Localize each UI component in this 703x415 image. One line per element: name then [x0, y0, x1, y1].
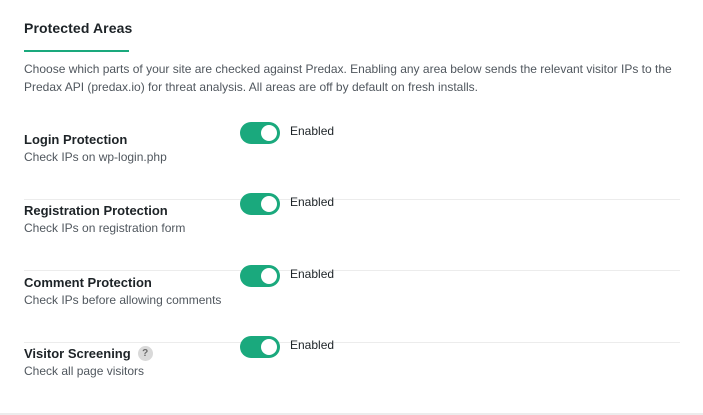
registration-protection-row: Registration Protection Check IPs on reg… [24, 193, 680, 271]
row-label-wrap: Visitor Screening ? [24, 344, 153, 362]
toggle-status-text: Enabled [290, 124, 335, 138]
toggle-status-text: Enabled [290, 195, 335, 209]
comment-protection-toggle[interactable] [240, 265, 280, 287]
toggle-knob [261, 268, 277, 284]
visitor-screening-toggle[interactable] [240, 336, 280, 358]
section-title-underline [24, 50, 129, 52]
toggle-knob [261, 125, 277, 141]
toggle-status-text: Enabled [290, 267, 335, 281]
login-protection-toggle[interactable] [240, 122, 280, 144]
row-label: Registration Protection [24, 202, 168, 218]
section-title: Protected Areas [24, 20, 133, 36]
login-protection-row: Login Protection Check IPs on wp-login.p… [24, 122, 680, 200]
row-label: Visitor Screening [24, 345, 131, 361]
comment-protection-row: Comment Protection Check IPs before allo… [24, 265, 680, 343]
help-icon[interactable]: ? [137, 345, 153, 361]
toggle-knob [261, 339, 277, 355]
row-label: Comment Protection [24, 274, 152, 290]
toggle-status-text: Enabled [290, 338, 335, 352]
registration-protection-toggle[interactable] [240, 193, 280, 215]
settings-panel: Protected Areas Choose which parts of yo… [0, 0, 703, 415]
row-label: Login Protection [24, 131, 128, 147]
row-description: Check all page visitors [24, 364, 145, 378]
toggle-knob [261, 196, 277, 212]
row-description: Check IPs on registration form [24, 221, 186, 235]
section-description: Choose which parts of your site are chec… [24, 62, 672, 94]
row-description: Check IPs on wp-login.php [24, 150, 167, 164]
row-description: Check IPs before allowing comments [24, 293, 222, 307]
visitor-screening-row: Visitor Screening ? Check all page visit… [24, 336, 680, 414]
